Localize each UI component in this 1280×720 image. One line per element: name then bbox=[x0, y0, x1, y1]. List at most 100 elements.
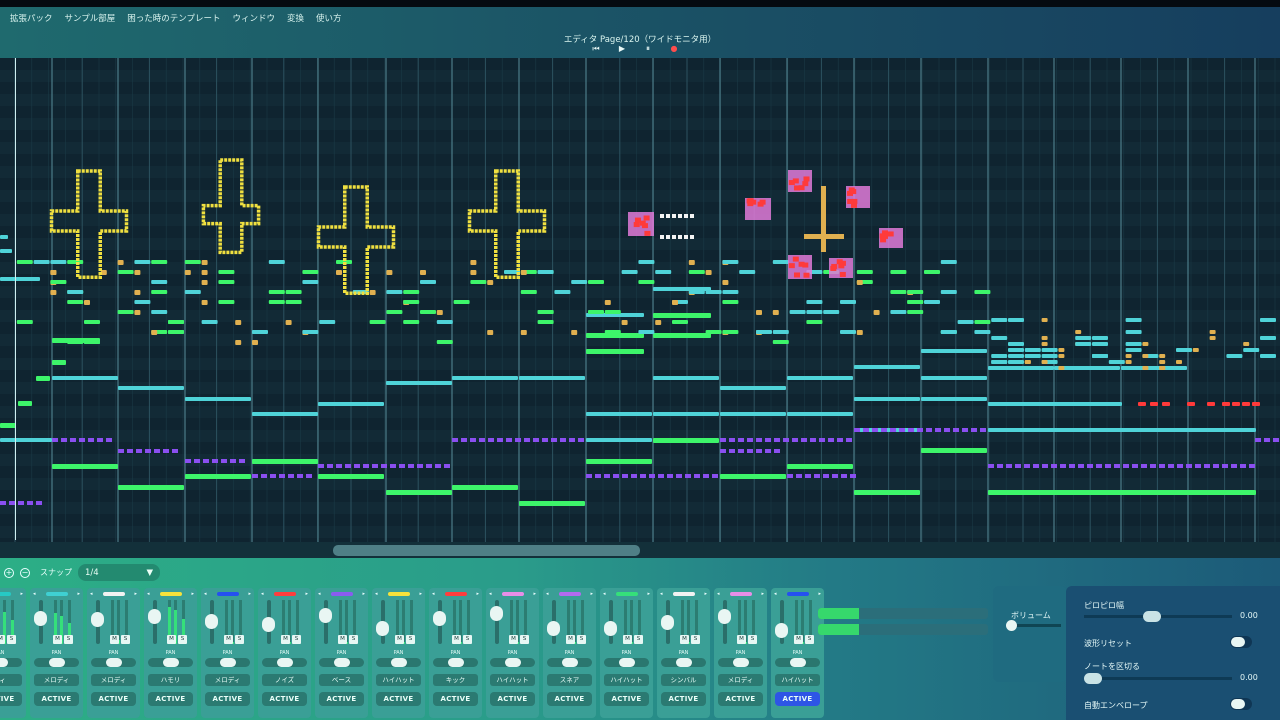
mute-button[interactable]: M bbox=[737, 635, 746, 644]
chevron-left-icon[interactable]: ◂ bbox=[261, 591, 264, 597]
note[interactable] bbox=[1006, 464, 1012, 468]
note-art-block[interactable] bbox=[644, 230, 651, 236]
note[interactable] bbox=[235, 340, 242, 345]
note[interactable] bbox=[470, 270, 477, 275]
chevron-right-icon[interactable]: ▸ bbox=[533, 591, 536, 597]
note[interactable] bbox=[436, 340, 453, 344]
note[interactable] bbox=[1058, 354, 1065, 358]
note[interactable] bbox=[1108, 360, 1125, 364]
note[interactable] bbox=[408, 464, 414, 468]
note-art-block[interactable] bbox=[836, 259, 843, 265]
note[interactable] bbox=[850, 474, 856, 478]
fader-knob[interactable] bbox=[34, 610, 47, 626]
note-art-block[interactable] bbox=[633, 222, 640, 228]
note[interactable] bbox=[856, 270, 873, 274]
mute-button[interactable]: M bbox=[224, 635, 233, 644]
note[interactable] bbox=[747, 449, 753, 453]
mute-button[interactable]: M bbox=[623, 635, 632, 644]
note[interactable] bbox=[1159, 354, 1166, 358]
auto-envelope-toggle[interactable] bbox=[1230, 698, 1252, 710]
note[interactable] bbox=[519, 376, 585, 380]
pan-slider[interactable] bbox=[148, 658, 193, 667]
menu-sample-room[interactable]: サンプル部屋 bbox=[59, 12, 122, 24]
note[interactable] bbox=[118, 485, 184, 490]
note-art-block[interactable] bbox=[747, 201, 754, 207]
note[interactable] bbox=[435, 464, 441, 468]
note[interactable] bbox=[1159, 464, 1165, 468]
note[interactable] bbox=[796, 474, 802, 478]
note-art-block[interactable] bbox=[788, 263, 795, 269]
note[interactable] bbox=[819, 438, 825, 442]
pan-knob[interactable] bbox=[447, 658, 464, 667]
pan-slider[interactable] bbox=[91, 658, 136, 667]
note[interactable] bbox=[261, 474, 267, 478]
channel-name[interactable]: メロディ bbox=[205, 674, 250, 686]
note[interactable] bbox=[16, 260, 33, 264]
note[interactable] bbox=[134, 290, 141, 295]
channel-name[interactable]: メロディ bbox=[91, 674, 136, 686]
note[interactable] bbox=[52, 438, 58, 442]
note[interactable] bbox=[926, 428, 932, 432]
note[interactable] bbox=[106, 438, 112, 442]
note[interactable] bbox=[738, 438, 744, 442]
note[interactable] bbox=[252, 459, 318, 464]
note[interactable] bbox=[907, 310, 924, 314]
note[interactable] bbox=[856, 280, 863, 285]
note[interactable] bbox=[1260, 354, 1276, 358]
note[interactable] bbox=[151, 280, 168, 284]
note[interactable] bbox=[84, 320, 100, 324]
note[interactable] bbox=[336, 464, 342, 468]
note[interactable] bbox=[336, 270, 342, 275]
chevron-right-icon[interactable]: ▸ bbox=[248, 591, 251, 597]
note[interactable] bbox=[1231, 464, 1237, 468]
note[interactable] bbox=[218, 270, 235, 274]
note[interactable] bbox=[792, 438, 798, 442]
note[interactable] bbox=[688, 260, 695, 265]
note[interactable] bbox=[487, 280, 494, 285]
note[interactable] bbox=[461, 438, 467, 442]
mute-button[interactable]: M bbox=[110, 635, 119, 644]
note[interactable] bbox=[554, 290, 571, 294]
note[interactable] bbox=[940, 330, 957, 334]
note[interactable] bbox=[270, 474, 276, 478]
note[interactable] bbox=[872, 428, 878, 432]
note[interactable] bbox=[935, 428, 941, 432]
fader-knob[interactable] bbox=[604, 621, 617, 636]
note[interactable] bbox=[578, 438, 584, 442]
note[interactable] bbox=[640, 474, 646, 478]
note[interactable] bbox=[1176, 360, 1182, 364]
note[interactable] bbox=[1125, 342, 1142, 346]
note[interactable] bbox=[184, 290, 201, 294]
note[interactable] bbox=[452, 376, 518, 380]
note[interactable] bbox=[127, 449, 133, 453]
note[interactable] bbox=[403, 300, 420, 304]
note-grid[interactable] bbox=[0, 58, 1280, 542]
note[interactable] bbox=[890, 310, 907, 314]
pan-slider[interactable] bbox=[205, 658, 250, 667]
chevron-left-icon[interactable]: ◂ bbox=[147, 591, 150, 597]
note[interactable] bbox=[1222, 464, 1228, 468]
chevron-right-icon[interactable]: ▸ bbox=[590, 591, 593, 597]
note[interactable] bbox=[1162, 402, 1170, 406]
mute-button[interactable]: M bbox=[794, 635, 803, 644]
note[interactable] bbox=[653, 313, 711, 318]
note[interactable] bbox=[420, 280, 436, 284]
note[interactable] bbox=[134, 260, 151, 264]
note[interactable] bbox=[940, 260, 957, 264]
note[interactable] bbox=[345, 464, 351, 468]
note[interactable] bbox=[386, 290, 403, 294]
note[interactable] bbox=[832, 474, 838, 478]
mute-button[interactable]: M bbox=[281, 635, 290, 644]
note-art-cross[interactable] bbox=[804, 234, 844, 239]
note[interactable] bbox=[1008, 366, 1024, 370]
note[interactable] bbox=[1240, 464, 1246, 468]
mute-button[interactable]: M bbox=[167, 635, 176, 644]
note[interactable] bbox=[1092, 354, 1108, 358]
horizontal-scrollbar[interactable] bbox=[0, 542, 1280, 558]
note[interactable] bbox=[1209, 336, 1216, 340]
note[interactable] bbox=[70, 438, 76, 442]
note[interactable] bbox=[705, 270, 712, 275]
volume-knob[interactable] bbox=[1006, 620, 1017, 631]
note[interactable] bbox=[1226, 354, 1243, 358]
note[interactable] bbox=[184, 260, 201, 264]
